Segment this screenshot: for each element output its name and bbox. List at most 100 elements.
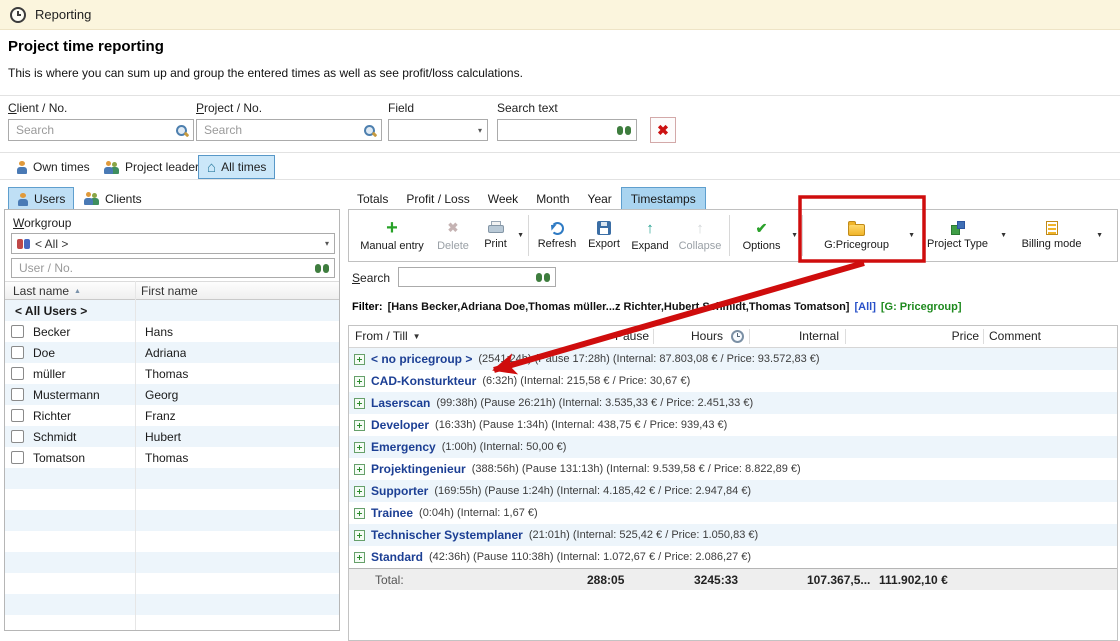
column-internal[interactable]: Internal	[775, 329, 839, 343]
print-button[interactable]: Print	[475, 212, 525, 259]
pricegroup-row[interactable]: Supporter (169:55h) (Pause 1:24h) (Inter…	[349, 480, 1117, 502]
expand-plus-icon[interactable]	[354, 552, 365, 563]
user-first-name: Thomas	[137, 451, 188, 465]
pricegroup-details: (169:55h) (Pause 1:24h) (Internal: 4.185…	[434, 485, 751, 497]
expand-plus-icon[interactable]	[354, 420, 365, 431]
tab-users[interactable]: Users	[8, 187, 74, 210]
column-pause[interactable]: Pause	[585, 329, 649, 343]
user-row[interactable]: Mustermann Georg	[5, 384, 339, 405]
header-separator	[845, 329, 846, 344]
user-last-name: Mustermann	[33, 388, 137, 402]
field-dropdown[interactable]	[388, 119, 488, 141]
column-first-name[interactable]: First name	[141, 284, 198, 298]
grid-search-input[interactable]	[404, 269, 532, 285]
user-row[interactable]: müller Thomas	[5, 363, 339, 384]
user-checkbox[interactable]	[11, 367, 24, 380]
column-from-till[interactable]: From / Till	[355, 329, 421, 343]
user-checkbox[interactable]	[11, 409, 24, 422]
user-icon	[17, 193, 29, 206]
user-checkbox[interactable]	[11, 388, 24, 401]
filter-label: Filter:	[352, 301, 383, 316]
user-search-input[interactable]	[17, 260, 311, 276]
refresh-button[interactable]: Refresh	[532, 212, 582, 259]
user-last-name: Becker	[33, 325, 137, 339]
expand-plus-icon[interactable]	[354, 530, 365, 541]
field-label: Field	[388, 101, 414, 115]
user-row[interactable]: Doe Adriana	[5, 342, 339, 363]
all-users-row[interactable]: < All Users >	[5, 300, 339, 321]
pricegroup-row[interactable]: < no pricegroup > (2541:24h) (Pause 17:2…	[349, 348, 1117, 370]
billing-mode-button[interactable]: Billing mode	[1008, 212, 1104, 259]
toolbar-button-label: Print	[484, 238, 507, 250]
workgroup-dropdown[interactable]: < All >	[11, 233, 335, 254]
tab-month[interactable]: Month	[527, 187, 578, 210]
total-internal: 107.367,5...	[807, 573, 870, 587]
user-checkbox[interactable]	[11, 346, 24, 359]
project-search-input[interactable]	[202, 122, 359, 138]
clear-search-button[interactable]	[650, 117, 676, 143]
column-hours[interactable]: Hours	[659, 329, 723, 343]
search-text-input[interactable]	[503, 122, 613, 138]
user-row[interactable]: Becker Hans	[5, 321, 339, 342]
expand-plus-icon[interactable]	[354, 486, 365, 497]
pricegroup-name: Laserscan	[371, 396, 430, 410]
pricegroup-details: (2541:24h) (Pause 17:28h) (Internal: 87.…	[478, 353, 819, 365]
pricegroup-row[interactable]: Trainee (0:04h) (Internal: 1,67 €)	[349, 502, 1117, 524]
column-price[interactable]: Price	[915, 329, 979, 343]
user-row[interactable]: Tomatson Thomas	[5, 447, 339, 468]
pricegroup-row[interactable]: CAD-Konsturkteur (6:32h) (Internal: 215,…	[349, 370, 1117, 392]
header-separator	[653, 329, 654, 344]
user-checkbox[interactable]	[11, 430, 24, 443]
grid-search-field[interactable]	[398, 267, 556, 287]
project-search-field[interactable]	[196, 119, 382, 141]
toolbar-button-label: Refresh	[538, 238, 577, 250]
tab-profit-loss[interactable]: Profit / Loss	[397, 187, 478, 210]
user-first-name: Hans	[137, 325, 173, 339]
header-separator	[749, 329, 750, 344]
pricegroup-button[interactable]: G:Pricegroup	[806, 212, 916, 259]
user-row[interactable]: Schmidt Hubert	[5, 426, 339, 447]
expand-plus-icon[interactable]	[354, 398, 365, 409]
expand-button[interactable]: Expand	[626, 212, 674, 259]
expand-plus-icon[interactable]	[354, 376, 365, 387]
user-checkbox[interactable]	[11, 451, 24, 464]
search-text-field[interactable]	[497, 119, 637, 141]
tab-timestamps[interactable]: Timestamps	[621, 187, 706, 210]
tab-project-leader[interactable]: Project leader	[96, 155, 207, 179]
export-button[interactable]: Export	[582, 212, 626, 259]
column-comment[interactable]: Comment	[989, 329, 1041, 343]
printer-icon	[488, 221, 504, 235]
pricegroup-row[interactable]: Technischer Systemplaner (21:01h) (Inter…	[349, 524, 1117, 546]
project-type-button[interactable]: Project Type	[916, 212, 1008, 259]
pricegroup-row[interactable]: Projektingenieur (388:56h) (Pause 131:13…	[349, 458, 1117, 480]
pricegroup-row[interactable]: Standard (42:36h) (Pause 110:38h) (Inter…	[349, 546, 1117, 568]
expand-plus-icon[interactable]	[354, 354, 365, 365]
pricegroup-row[interactable]: Developer (16:33h) (Pause 1:34h) (Intern…	[349, 414, 1117, 436]
client-label: Client / No.	[8, 101, 67, 115]
tab-year[interactable]: Year	[579, 187, 621, 210]
tab-all-times[interactable]: All times	[198, 155, 275, 179]
user-row[interactable]: Richter Franz	[5, 405, 339, 426]
pricegroup-row[interactable]: Emergency (1:00h) (Internal: 50,00 €)	[349, 436, 1117, 458]
expand-plus-icon[interactable]	[354, 442, 365, 453]
users-panel: Workgroup < All > Last name First name <…	[4, 209, 340, 631]
user-checkbox[interactable]	[11, 325, 24, 338]
tab-own-times[interactable]: Own times	[8, 155, 98, 179]
tab-week[interactable]: Week	[479, 187, 527, 210]
collapse-icon	[696, 220, 704, 237]
expand-plus-icon[interactable]	[354, 508, 365, 519]
toolbar-button-label: Manual entry	[360, 240, 424, 252]
tab-totals[interactable]: Totals	[348, 187, 397, 210]
column-last-name[interactable]: Last name	[13, 284, 81, 298]
client-search-field[interactable]	[8, 119, 194, 141]
user-search-field[interactable]	[11, 258, 335, 278]
refresh-icon	[551, 222, 564, 235]
client-search-input[interactable]	[14, 122, 171, 138]
person-icon	[16, 161, 28, 174]
pricegroup-row[interactable]: Laserscan (99:38h) (Pause 26:21h) (Inter…	[349, 392, 1117, 414]
toolbar-button-label: Export	[588, 238, 620, 250]
tab-clients[interactable]: Clients	[76, 187, 150, 210]
manual-entry-button[interactable]: Manual entry	[353, 212, 431, 259]
options-button[interactable]: Options	[733, 212, 799, 259]
expand-plus-icon[interactable]	[354, 464, 365, 475]
